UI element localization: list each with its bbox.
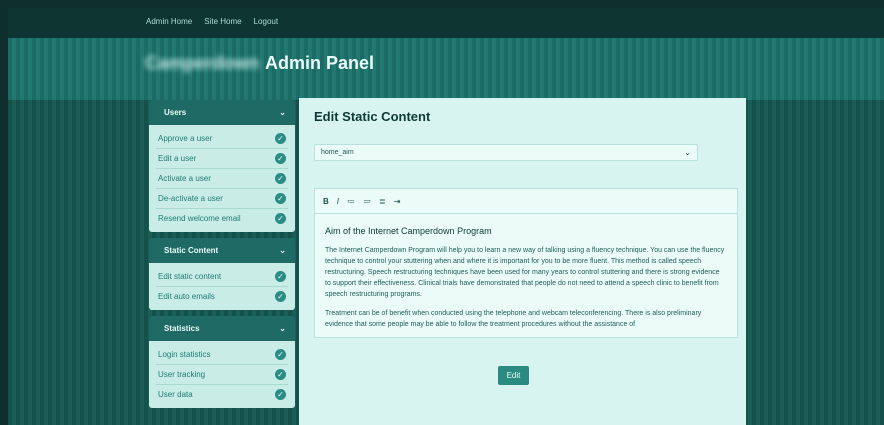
site-name: Camperdown [145, 53, 260, 73]
chevron-down-icon: ⌄ [279, 324, 286, 333]
editor-toolbar: B I ≔ ≕ ≣ ⇥ [315, 189, 737, 214]
top-nav: Admin Home Site Home Logout [146, 17, 278, 26]
sidebar-section-static-content-body: Edit static content ✓ Edit auto emails ✓ [149, 263, 295, 310]
check-icon: ✓ [275, 389, 286, 400]
sidebar-section-users[interactable]: Users ⌄ [149, 100, 295, 125]
sidebar-item-edit-auto-emails[interactable]: Edit auto emails ✓ [156, 287, 288, 306]
sidebar-item-user-tracking[interactable]: User tracking ✓ [156, 365, 288, 385]
check-icon: ✓ [275, 173, 286, 184]
sidebar-item-edit-static-content[interactable]: Edit static content ✓ [156, 267, 288, 287]
page-select[interactable]: home_aim ⌄ [314, 144, 698, 161]
italic-button[interactable]: I [337, 197, 339, 206]
content-paragraph-2: Treatment can be of benefit when conduct… [325, 310, 702, 328]
page-select-value: home_aim [321, 149, 354, 156]
edit-button[interactable]: Edit [498, 366, 529, 385]
page: Admin Home Site Home Logout Camperdown A… [8, 8, 884, 425]
sidebar-section-statistics[interactable]: Statistics ⌄ [149, 316, 295, 341]
nav-site-home[interactable]: Site Home [204, 17, 241, 26]
editor-content[interactable]: Aim of the Internet Camperdown Program T… [315, 214, 737, 346]
page-title: Camperdown Admin Panel [145, 53, 374, 74]
rich-text-editor[interactable]: B I ≔ ≕ ≣ ⇥ Aim of the Internet Camperdo… [314, 188, 738, 338]
sidebar-item-edit-user[interactable]: Edit a user ✓ [156, 149, 288, 169]
align-button[interactable]: ≣ [379, 197, 386, 206]
content-heading: Aim of the Internet Camperdown Program [325, 226, 492, 236]
check-icon: ✓ [275, 193, 286, 204]
section-title: Static Content [164, 246, 219, 255]
section-title: Users [164, 108, 187, 117]
sidebar-item-activate-user[interactable]: Activate a user ✓ [156, 169, 288, 189]
chevron-down-icon: ⌄ [684, 148, 691, 157]
nav-logout[interactable]: Logout [254, 17, 278, 26]
sidebar-item-login-statistics[interactable]: Login statistics ✓ [156, 345, 288, 365]
sidebar-section-users-body: Approve a user ✓ Edit a user ✓ Activate a … [149, 125, 295, 232]
check-icon: ✓ [275, 369, 286, 380]
main-title: Edit Static Content [314, 109, 431, 124]
check-icon: ✓ [275, 153, 286, 164]
check-icon: ✓ [275, 133, 286, 144]
sidebar-section-statistics-body: Login statistics ✓ User tracking ✓ User da… [149, 341, 295, 408]
check-icon: ✓ [275, 349, 286, 360]
ordered-list-button[interactable]: ≔ [347, 197, 355, 206]
sidebar-item-resend-email[interactable]: Resend welcome email ✓ [156, 209, 288, 228]
top-bar: Admin Home Site Home Logout [8, 8, 884, 38]
check-icon: ✓ [275, 291, 286, 302]
nav-admin-home[interactable]: Admin Home [146, 17, 192, 26]
sidebar-item-deactivate-user[interactable]: De-activate a user ✓ [156, 189, 288, 209]
panel-title: Admin Panel [265, 53, 375, 73]
chevron-down-icon: ⌄ [279, 108, 286, 117]
sidebar-item-approve-user[interactable]: Approve a user ✓ [156, 129, 288, 149]
main-panel: Edit Static Content home_aim ⌄ B I ≔ ≕ ≣… [299, 98, 746, 425]
chevron-down-icon: ⌄ [279, 246, 286, 255]
sidebar-section-static-content[interactable]: Static Content ⌄ [149, 238, 295, 263]
sidebar: Users ⌄ Approve a user ✓ Edit a user ✓ Act… [149, 100, 295, 414]
content-paragraph-1: The Internet Camperdown Program will hel… [325, 247, 725, 298]
bold-button[interactable]: B [323, 197, 329, 206]
sidebar-item-user-data[interactable]: User data ✓ [156, 385, 288, 404]
section-title: Statistics [164, 324, 200, 333]
title-band [8, 38, 884, 100]
check-icon: ✓ [275, 271, 286, 282]
check-icon: ✓ [275, 213, 286, 224]
bullet-list-button[interactable]: ≕ [363, 197, 371, 206]
clear-format-button[interactable]: ⇥ [394, 197, 401, 206]
